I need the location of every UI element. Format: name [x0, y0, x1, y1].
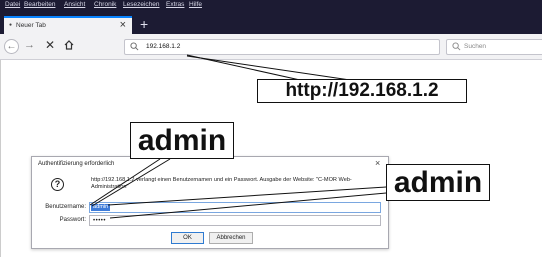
menu-bar: Datei Bearbeiten Ansicht Chronik Lesezei… — [0, 0, 542, 10]
password-mask: ••••• — [93, 218, 107, 224]
dialog-message: http://192.168.1.2 verlangt einen Benutz… — [91, 177, 352, 190]
tab-strip: ● Neuer Tab × + — [0, 10, 542, 34]
menu-datei[interactable]: Datei — [5, 1, 20, 8]
password-label: Passwort: — [59, 217, 86, 223]
search-icon — [130, 42, 139, 51]
home-icon[interactable] — [64, 39, 74, 51]
auth-dialog: Authentifizierung erforderlich × ? http:… — [31, 156, 389, 249]
navigation-bar: ← → ✕ 192.168.1.2 Suchen — [0, 34, 542, 60]
browser-window: Datei Bearbeiten Ansicht Chronik Lesezei… — [0, 0, 542, 257]
tab-title: Neuer Tab — [16, 22, 46, 29]
dialog-title: Authentifizierung erforderlich — [38, 161, 115, 167]
menu-hilfe[interactable]: Hilfe — [189, 1, 202, 8]
password-callout: admin — [386, 164, 490, 201]
forward-arrow-icon[interactable]: → — [24, 39, 35, 51]
password-field[interactable]: ••••• — [89, 215, 381, 226]
close-icon[interactable]: × — [375, 158, 380, 168]
tab-close-icon[interactable]: × — [120, 19, 126, 31]
url-text[interactable]: 192.168.1.2 — [146, 43, 180, 50]
tab-favicon-icon: ● — [9, 22, 13, 28]
username-callout: admin — [130, 122, 234, 159]
username-value: admin — [91, 204, 111, 211]
menu-bearbeiten[interactable]: Bearbeiten — [24, 1, 55, 8]
menu-chronik[interactable]: Chronik — [94, 1, 116, 8]
new-tab-button[interactable]: + — [140, 17, 148, 31]
ok-button[interactable]: OK — [171, 232, 204, 244]
stop-icon[interactable]: ✕ — [45, 38, 55, 52]
search-placeholder[interactable]: Suchen — [464, 43, 486, 50]
cancel-button[interactable]: Abbrechen — [209, 232, 253, 244]
menu-ansicht[interactable]: Ansicht — [64, 1, 85, 8]
url-callout: http://192.168.1.2 — [257, 79, 467, 103]
url-bar[interactable]: 192.168.1.2 — [124, 39, 440, 55]
tab-new-tab[interactable]: ● Neuer Tab × — [4, 16, 132, 34]
question-icon: ? — [51, 178, 64, 191]
back-arrow-icon[interactable]: ← — [4, 39, 19, 54]
search-icon — [452, 42, 461, 51]
username-label: Benutzername: — [45, 204, 86, 210]
username-field[interactable]: admin — [89, 202, 381, 213]
search-bar[interactable]: Suchen — [446, 39, 542, 55]
menu-extras[interactable]: Extras — [166, 1, 184, 8]
menu-lesezeichen[interactable]: Lesezeichen — [123, 1, 160, 8]
